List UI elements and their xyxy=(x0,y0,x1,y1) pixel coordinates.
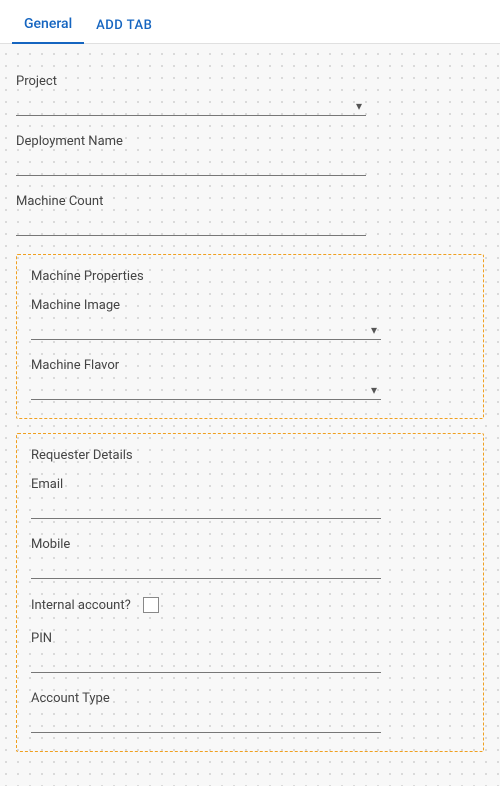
mobile-field-row: Mobile xyxy=(31,537,469,579)
email-input[interactable] xyxy=(31,499,381,519)
machine-properties-title: Machine Properties xyxy=(31,269,469,284)
machine-count-field-row: Machine Count xyxy=(16,194,484,236)
machine-properties-section: Machine Properties Machine Image ▾ Machi… xyxy=(16,254,484,419)
machine-count-label: Machine Count xyxy=(16,194,484,209)
page-container: General ADD TAB Project ▾ Deployment Nam… xyxy=(0,0,500,786)
tab-general[interactable]: General xyxy=(12,6,84,44)
form-area: Project ▾ Deployment Name Machine Count … xyxy=(0,44,500,786)
machine-flavor-input[interactable] xyxy=(31,380,381,400)
machine-flavor-label: Machine Flavor xyxy=(31,358,469,373)
machine-count-input[interactable] xyxy=(16,216,366,236)
machine-flavor-dropdown-wrap: ▾ xyxy=(31,379,381,400)
machine-image-input[interactable] xyxy=(31,320,381,340)
requester-details-title: Requester Details xyxy=(31,448,469,463)
pin-label: PIN xyxy=(31,631,469,646)
account-type-field-row: Account Type xyxy=(31,691,469,733)
deployment-name-field-row: Deployment Name xyxy=(16,134,484,176)
mobile-input[interactable] xyxy=(31,559,381,579)
account-type-input[interactable] xyxy=(31,713,381,733)
machine-image-dropdown-wrap: ▾ xyxy=(31,319,381,340)
email-field-row: Email xyxy=(31,477,469,519)
internal-account-row: Internal account? xyxy=(31,597,469,613)
deployment-name-label: Deployment Name xyxy=(16,134,484,149)
project-field-row: Project ▾ xyxy=(16,60,484,116)
machine-image-label: Machine Image xyxy=(31,298,469,313)
project-label: Project xyxy=(16,74,484,89)
pin-input[interactable] xyxy=(31,653,381,673)
tab-bar: General ADD TAB xyxy=(0,0,500,44)
project-dropdown-wrap: ▾ xyxy=(16,95,366,116)
pin-field-row: PIN xyxy=(31,631,469,673)
machine-image-field-row: Machine Image ▾ xyxy=(31,298,469,340)
deployment-name-input[interactable] xyxy=(16,156,366,176)
machine-flavor-field-row: Machine Flavor ▾ xyxy=(31,358,469,400)
email-label: Email xyxy=(31,477,469,492)
project-input[interactable] xyxy=(16,96,366,116)
requester-details-section: Requester Details Email Mobile Internal … xyxy=(16,433,484,752)
tab-add[interactable]: ADD TAB xyxy=(84,8,164,43)
mobile-label: Mobile xyxy=(31,537,469,552)
internal-account-label: Internal account? xyxy=(31,598,131,613)
internal-account-checkbox[interactable] xyxy=(143,597,159,613)
account-type-label: Account Type xyxy=(31,691,469,706)
